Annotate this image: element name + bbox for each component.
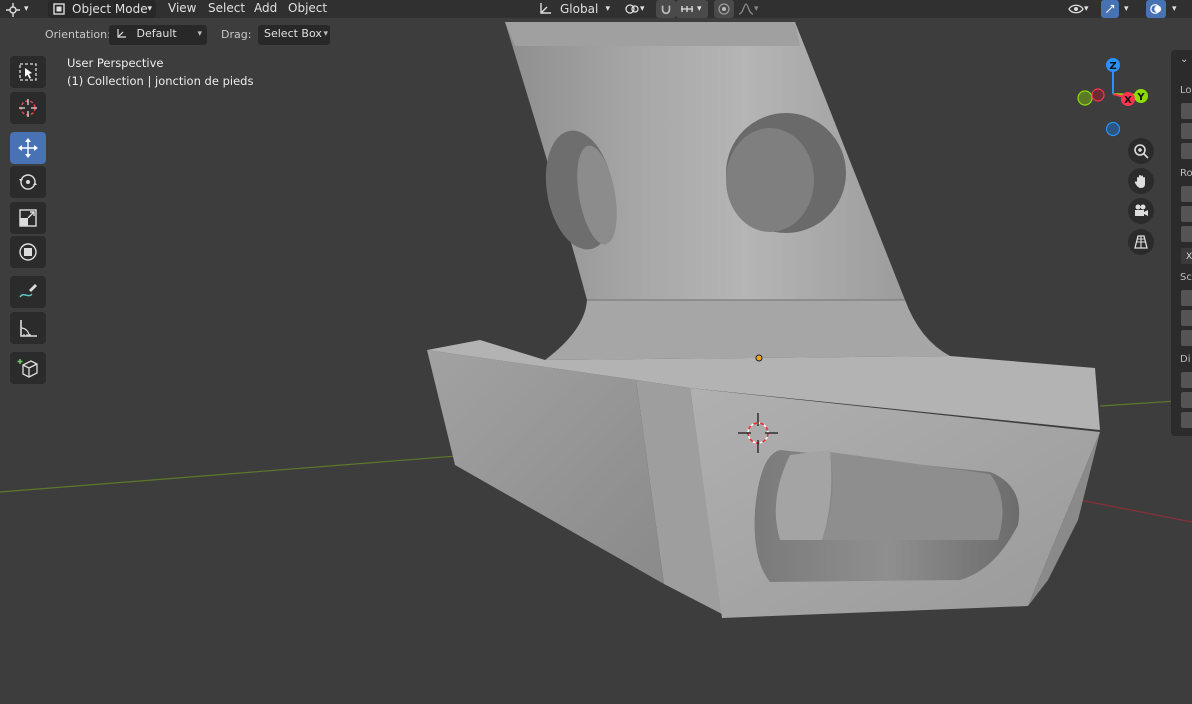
annotate-tool[interactable] xyxy=(10,276,46,308)
rotation-mode-field[interactable]: X xyxy=(1181,248,1192,264)
dimensions-label: Di xyxy=(1180,354,1191,365)
select-box-icon xyxy=(19,63,37,81)
add-cube-icon xyxy=(17,359,38,378)
x-axis-line xyxy=(1069,497,1192,523)
tower-cap xyxy=(505,22,800,46)
add-cube-tool[interactable] xyxy=(10,352,46,384)
gizmo-neg-z[interactable] xyxy=(1105,121,1121,137)
sidebar-n-panel[interactable]: ⌄ Lo Ro X Sc Di xyxy=(1171,50,1192,436)
sidebar-collapse-icon[interactable]: ⌄ xyxy=(1180,54,1188,65)
measure-tool[interactable] xyxy=(10,312,46,344)
grid-perspective-icon xyxy=(1134,235,1148,249)
rotation-x-field[interactable] xyxy=(1181,186,1192,202)
zoom-icon xyxy=(1134,144,1149,159)
camera-icon xyxy=(1135,204,1148,216)
transform-icon xyxy=(19,243,37,261)
measure-ruler-icon xyxy=(20,320,37,337)
scale-z-field[interactable] xyxy=(1181,330,1192,346)
dimensions-z-field[interactable] xyxy=(1181,412,1192,428)
move-icon xyxy=(18,138,38,158)
gizmo-z-label: Z xyxy=(1109,61,1116,72)
view-name: User Perspective xyxy=(67,56,164,70)
annotate-pen-icon xyxy=(19,284,37,298)
location-z-field[interactable] xyxy=(1181,143,1192,159)
block-left-face xyxy=(427,350,664,584)
rotation-mode-glyph: X xyxy=(1186,252,1192,262)
viewport-scene[interactable] xyxy=(0,0,1192,704)
location-label: Lo xyxy=(1180,85,1192,96)
camera-view-button[interactable] xyxy=(1128,198,1154,224)
rotate-tool[interactable] xyxy=(10,166,46,198)
transform-tool[interactable] xyxy=(10,236,46,268)
scale-tool[interactable] xyxy=(10,202,46,234)
scale-x-field[interactable] xyxy=(1181,290,1192,306)
tower-flare xyxy=(545,300,950,360)
ortho-toggle-button[interactable] xyxy=(1128,229,1154,255)
navigation-gizmo[interactable]: Z Y X xyxy=(1070,52,1160,142)
rotate-icon xyxy=(19,174,37,190)
scale-y-field[interactable] xyxy=(1181,310,1192,326)
gizmo-neg-y[interactable] xyxy=(1077,90,1093,106)
dimensions-y-field[interactable] xyxy=(1181,392,1192,408)
object-origin xyxy=(755,354,763,362)
pan-view-button[interactable] xyxy=(1128,168,1154,194)
move-tool[interactable] xyxy=(10,132,46,164)
cursor-icon xyxy=(19,99,37,117)
rotation-z-field[interactable] xyxy=(1181,226,1192,242)
zoom-view-button[interactable] xyxy=(1128,138,1154,164)
location-x-field[interactable] xyxy=(1181,103,1192,119)
gizmo-y-label: Y xyxy=(1136,92,1145,103)
hand-icon xyxy=(1134,175,1145,188)
object-info: (1) Collection | jonction de pieds xyxy=(67,74,254,88)
cursor-tool[interactable] xyxy=(10,92,46,124)
rotation-label: Ro xyxy=(1180,168,1192,179)
rotation-y-field[interactable] xyxy=(1181,206,1192,222)
gizmo-x-label: X xyxy=(1124,95,1132,106)
scale-label: Sc xyxy=(1180,272,1192,283)
dimensions-x-field[interactable] xyxy=(1181,372,1192,388)
gizmo-neg-x[interactable] xyxy=(1091,88,1105,102)
location-y-field[interactable] xyxy=(1181,123,1192,139)
scale-icon xyxy=(19,209,37,227)
select-box-tool[interactable] xyxy=(10,56,46,88)
